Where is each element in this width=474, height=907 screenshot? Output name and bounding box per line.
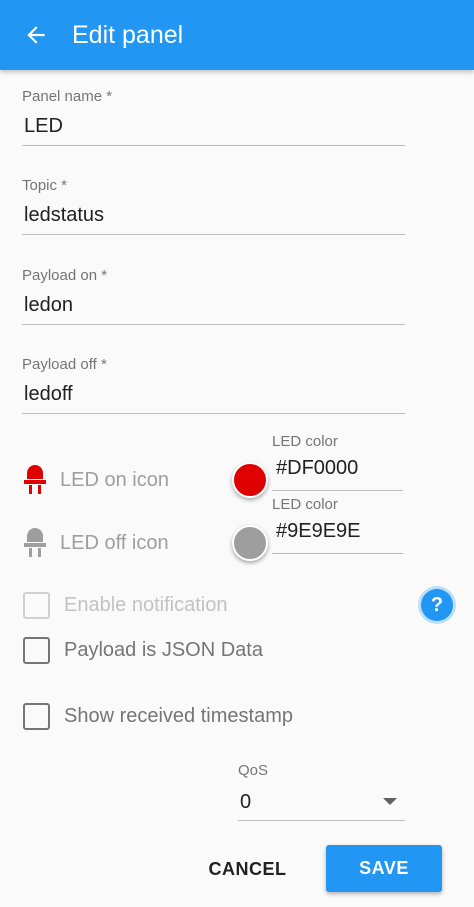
led-off-color-swatch[interactable] xyxy=(232,525,268,561)
led-on-color-input[interactable]: #DF0000 xyxy=(272,451,403,481)
back-button[interactable] xyxy=(14,15,58,55)
enable-notification-checkbox[interactable] xyxy=(23,592,50,619)
panel-name-label: Panel name * xyxy=(22,88,113,105)
led-on-icon-row[interactable]: LED on icon xyxy=(22,464,169,496)
led-off-icon-row[interactable]: LED off icon xyxy=(22,527,169,559)
show-timestamp-label: Show received timestamp xyxy=(64,705,293,727)
qos-label: QoS xyxy=(238,762,269,779)
qos-value: 0 xyxy=(240,791,252,813)
topic-label: Topic * xyxy=(22,177,68,194)
show-timestamp-checkbox-row[interactable]: Show received timestamp xyxy=(23,703,293,730)
divider xyxy=(22,145,405,146)
divider xyxy=(272,553,403,554)
led-off-icon-label: LED off icon xyxy=(60,531,169,554)
led-off-color-field[interactable]: LED color #9E9E9E xyxy=(272,496,403,554)
payload-on-label: Payload on * xyxy=(22,267,108,284)
divider xyxy=(22,324,405,325)
payload-off-input[interactable]: ledoff xyxy=(22,374,405,408)
panel-name-field[interactable]: Panel name * LED xyxy=(22,88,405,146)
app-bar: Edit panel xyxy=(0,0,474,70)
topic-field[interactable]: Topic * ledstatus xyxy=(22,177,405,235)
payload-off-label: Payload off * xyxy=(22,356,107,373)
payload-off-field[interactable]: Payload off * ledoff xyxy=(22,356,405,414)
led-icon xyxy=(24,528,46,557)
led-on-color-swatch[interactable] xyxy=(232,462,268,498)
save-button[interactable]: SAVE xyxy=(326,845,442,892)
enable-notification-checkbox-row[interactable]: Enable notification xyxy=(23,592,227,619)
led-off-color-label: LED color xyxy=(272,496,338,513)
led-off-color-input[interactable]: #9E9E9E xyxy=(272,514,403,544)
payload-json-checkbox-row[interactable]: Payload is JSON Data xyxy=(23,637,263,664)
panel-name-input[interactable]: LED xyxy=(22,106,405,140)
led-icon xyxy=(24,465,46,494)
payload-on-field[interactable]: Payload on * ledon xyxy=(22,267,405,325)
enable-notification-label: Enable notification xyxy=(64,594,228,616)
led-on-icon-label: LED on icon xyxy=(60,468,169,491)
help-icon[interactable]: ? xyxy=(421,589,453,621)
divider xyxy=(22,413,405,414)
divider xyxy=(272,490,403,491)
arrow-back-icon xyxy=(27,26,45,44)
dropdown-arrow-icon xyxy=(383,798,397,805)
divider xyxy=(22,234,405,235)
payload-json-label: Payload is JSON Data xyxy=(64,639,263,661)
topic-input[interactable]: ledstatus xyxy=(22,195,405,229)
page-title: Edit panel xyxy=(72,21,184,49)
payload-json-checkbox[interactable] xyxy=(23,637,50,664)
payload-on-input[interactable]: ledon xyxy=(22,285,405,319)
show-timestamp-checkbox[interactable] xyxy=(23,703,50,730)
divider xyxy=(238,820,405,821)
cancel-button[interactable]: CANCEL xyxy=(196,846,299,892)
qos-select[interactable]: QoS 0 xyxy=(238,762,405,821)
led-on-color-label: LED color xyxy=(272,433,338,450)
led-on-color-field[interactable]: LED color #DF0000 xyxy=(272,433,403,491)
